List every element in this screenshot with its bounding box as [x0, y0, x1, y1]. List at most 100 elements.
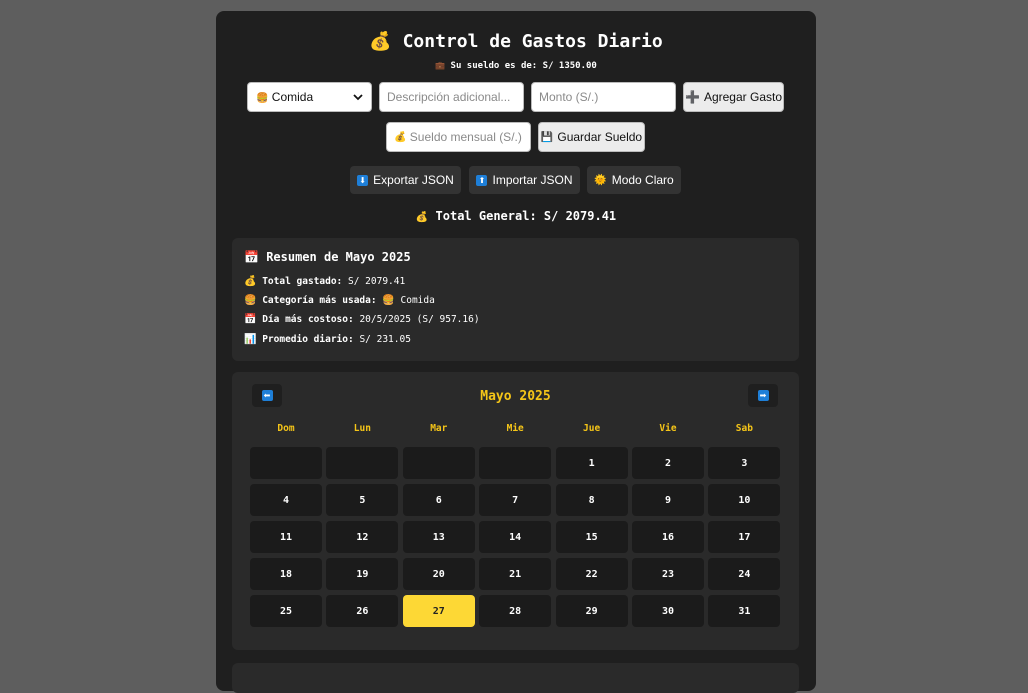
money-bag-icon: 💰 — [369, 31, 392, 52]
salary-placeholder: Sueldo mensual (S/.) — [409, 130, 522, 144]
money-bag-icon: 💰 — [244, 276, 257, 287]
calendar-day[interactable]: 2 — [632, 447, 704, 479]
import-json-button[interactable]: ⬆ Importar JSON — [469, 166, 580, 194]
total-general: 💰 Total General: S/ 2079.41 — [216, 209, 816, 223]
next-month-button[interactable]: ➡ — [748, 384, 778, 407]
export-json-label: Exportar JSON — [373, 173, 454, 187]
amount-input[interactable]: Monto (S/.) — [531, 82, 676, 112]
summary-label: Categoría más usada: — [262, 295, 377, 306]
summary-label: Día más costoso: — [262, 314, 354, 325]
weekday-header: Lun — [353, 423, 371, 434]
salary-display: 💼 Su sueldo es de: S/ 1350.00 — [216, 61, 816, 71]
calendar-day[interactable]: 24 — [708, 558, 781, 590]
calendar-day[interactable]: 23 — [632, 558, 704, 590]
calendar-day[interactable]: 16 — [632, 521, 704, 553]
calendar-empty-cell — [250, 447, 322, 479]
export-json-button[interactable]: ⬇ Exportar JSON — [350, 166, 461, 194]
app-container: 💰 Control de Gastos Diario 💼 Su sueldo e… — [216, 11, 816, 693]
summary-costliest-day: 📅 Día más costoso: 20/5/2025 (S/ 957.16) — [244, 314, 480, 325]
calendar-day[interactable]: 29 — [555, 595, 628, 627]
save-salary-label: Guardar Sueldo — [557, 130, 643, 144]
calendar-day[interactable]: 28 — [479, 595, 552, 627]
bar-chart-icon: 📊 — [244, 334, 257, 345]
summary-value: S/ 231.05 — [359, 334, 411, 345]
chevron-down-icon — [353, 94, 363, 101]
briefcase-icon: 💼 — [435, 61, 446, 70]
save-salary-button[interactable]: 💾 Guardar Sueldo — [538, 122, 645, 152]
summary-title-text: Resumen de Mayo 2025 — [266, 250, 411, 264]
calendar-day[interactable]: 14 — [479, 521, 552, 553]
weekday-header: Mar — [430, 423, 448, 434]
import-json-label: Importar JSON — [492, 173, 573, 187]
summary-total-spent: 💰 Total gastado: S/ 2079.41 — [244, 276, 405, 287]
calendar-empty-cell — [402, 447, 475, 479]
plus-icon: ➕ — [685, 90, 700, 104]
light-mode-label: Modo Claro — [611, 173, 674, 187]
calendar-day[interactable]: 17 — [708, 521, 781, 553]
arrow-right-icon: ➡ — [757, 390, 769, 401]
calendar-month-title: Mayo 2025 — [480, 389, 551, 404]
page-title-text: Control de Gastos Diario — [402, 31, 663, 52]
calendar-panel: ⬅ Mayo 2025 ➡ Dom Lun Mar Mie Jue Vie Sab 1 2 3 4 5… — [232, 372, 799, 650]
calendar-day[interactable]: 3 — [708, 447, 781, 479]
burger-icon: 🍔 — [382, 295, 395, 306]
calendar-day[interactable]: 15 — [555, 521, 628, 553]
calendar-day[interactable]: 8 — [555, 484, 628, 516]
description-input[interactable]: Descripción adicional... — [379, 82, 524, 112]
calendar-day[interactable]: 31 — [708, 595, 781, 627]
calendar-day[interactable]: 13 — [402, 521, 475, 553]
add-expense-label: Agregar Gasto — [703, 90, 782, 104]
calendar-day-today[interactable]: 27 — [402, 595, 475, 627]
weekday-header: Dom — [277, 423, 295, 434]
calendar-day[interactable]: 9 — [632, 484, 704, 516]
calendar-day[interactable]: 10 — [708, 484, 781, 516]
calendar-day[interactable]: 11 — [250, 521, 322, 553]
weekday-header: Mie — [506, 423, 524, 434]
calendar-day[interactable]: 18 — [250, 558, 322, 590]
calendar-day[interactable]: 19 — [326, 558, 399, 590]
calendar-day[interactable]: 25 — [250, 595, 322, 627]
category-selected-value: Comida — [271, 90, 314, 104]
amount-placeholder: Monto (S/.) — [539, 90, 599, 104]
summary-value: 20/5/2025 (S/ 957.16) — [359, 314, 480, 325]
money-bag-icon: 💰 — [415, 212, 429, 223]
money-bag-icon: 💰 — [394, 131, 407, 143]
calendar-day[interactable]: 4 — [250, 484, 322, 516]
calendar-day[interactable]: 6 — [402, 484, 475, 516]
total-general-text: Total General: S/ 2079.41 — [435, 209, 617, 223]
calendar-day[interactable]: 20 — [402, 558, 475, 590]
summary-daily-average: 📊 Promedio diario: S/ 231.05 — [244, 334, 411, 345]
summary-top-category: 🍔 Categoría más usada: 🍔 Comida — [244, 295, 435, 306]
summary-label: Total gastado: — [262, 276, 343, 287]
calendar-empty-cell — [326, 447, 399, 479]
download-icon: ⬇ — [357, 174, 369, 186]
calendar-day[interactable]: 12 — [326, 521, 399, 553]
calendar-day[interactable]: 5 — [326, 484, 399, 516]
summary-label: Promedio diario: — [262, 334, 354, 345]
calendar-day[interactable]: 26 — [326, 595, 399, 627]
page-title: 💰 Control de Gastos Diario — [216, 31, 816, 52]
burger-icon: 🍔 — [244, 295, 257, 306]
salary-input[interactable]: 💰 Sueldo mensual (S/.) — [386, 122, 531, 152]
monthly-summary-panel: 📅 Resumen de Mayo 2025 💰 Total gastado: … — [232, 238, 799, 361]
calendar-empty-cell — [479, 447, 552, 479]
calendar-day[interactable]: 22 — [555, 558, 628, 590]
calendar-day[interactable]: 1 — [555, 447, 628, 479]
summary-value: S/ 2079.41 — [348, 276, 406, 287]
light-mode-button[interactable]: 🌞 Modo Claro — [587, 166, 681, 194]
floppy-disk-icon: 💾 — [540, 131, 554, 143]
calendar-day[interactable]: 21 — [479, 558, 552, 590]
summary-title: 📅 Resumen de Mayo 2025 — [244, 250, 411, 264]
calendar-icon: 📅 — [244, 314, 257, 325]
sun-icon: 🌞 — [594, 174, 607, 186]
calendar-day[interactable]: 7 — [479, 484, 552, 516]
burger-icon: 🍔 — [256, 93, 269, 104]
weekday-header: Jue — [583, 423, 601, 434]
weekday-header: Sab — [735, 423, 753, 434]
calendar-day[interactable]: 30 — [632, 595, 704, 627]
category-select[interactable]: 🍔 Comida — [247, 82, 372, 112]
weekday-header: Vie — [659, 423, 677, 434]
salary-text: Su sueldo es de: S/ 1350.00 — [450, 61, 597, 71]
add-expense-button[interactable]: ➕ Agregar Gasto — [683, 82, 784, 112]
calendar-icon: 📅 — [244, 250, 259, 264]
